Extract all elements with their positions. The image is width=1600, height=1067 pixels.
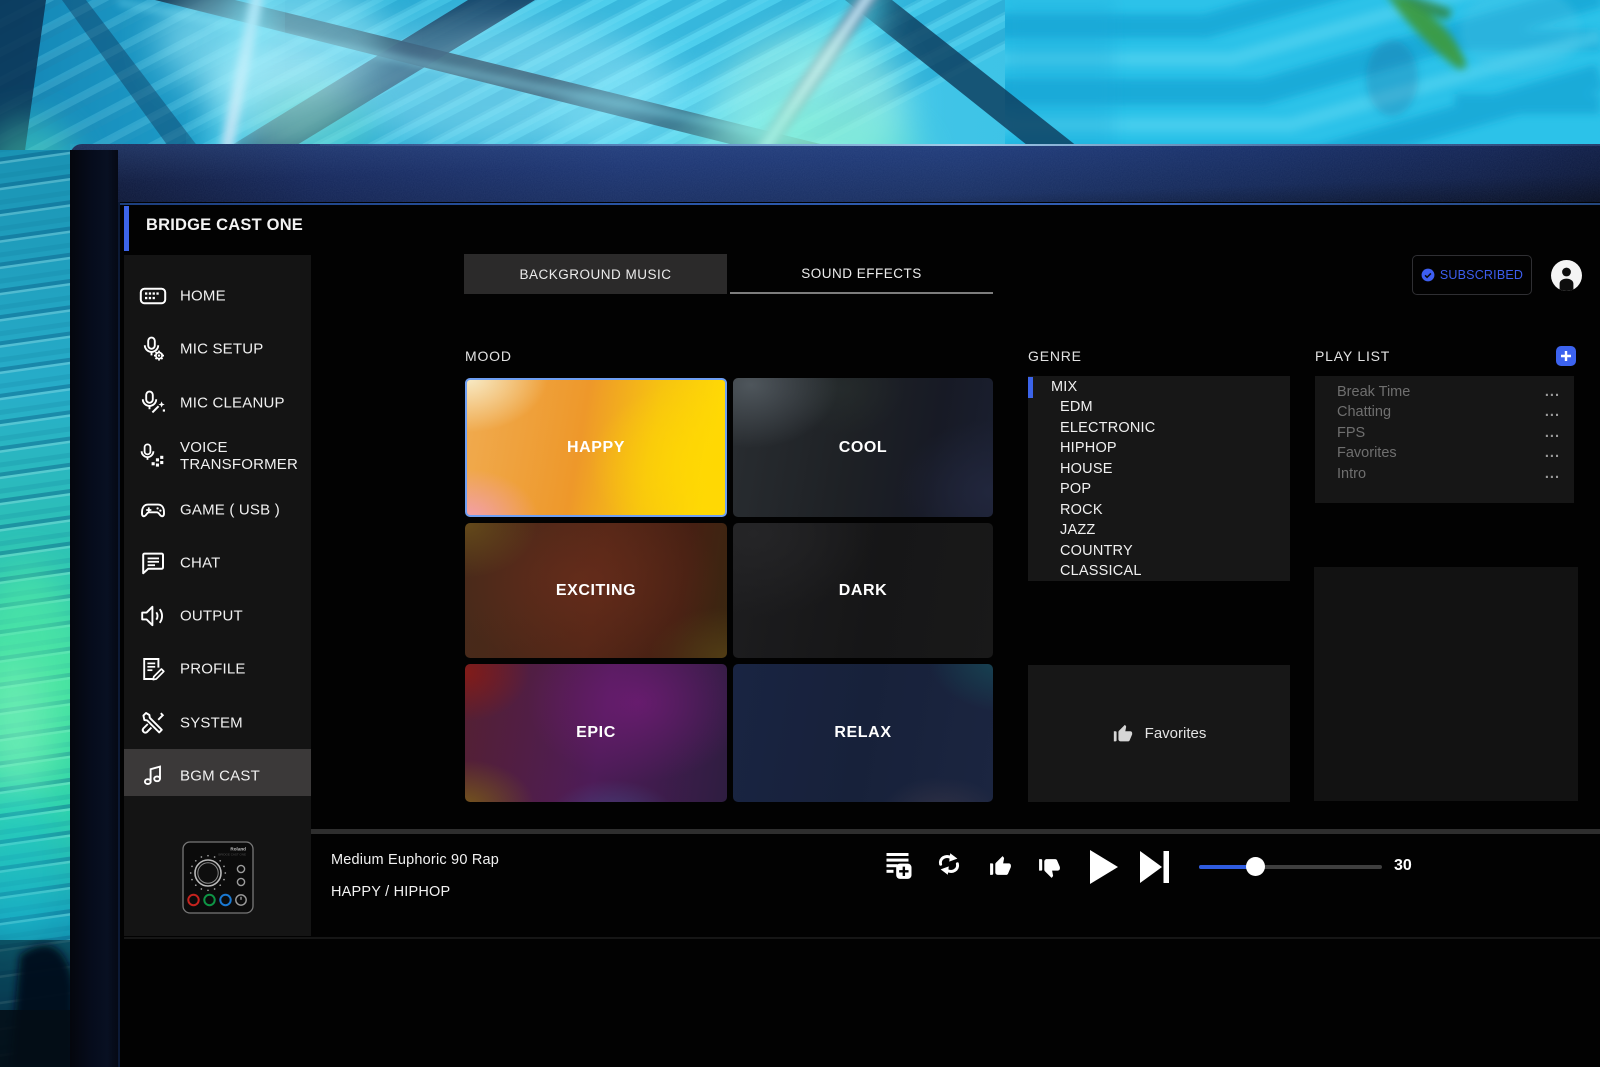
svg-text:BRIDGE CAST ONE: BRIDGE CAST ONE xyxy=(218,853,246,857)
svg-text:Roland: Roland xyxy=(230,847,246,852)
